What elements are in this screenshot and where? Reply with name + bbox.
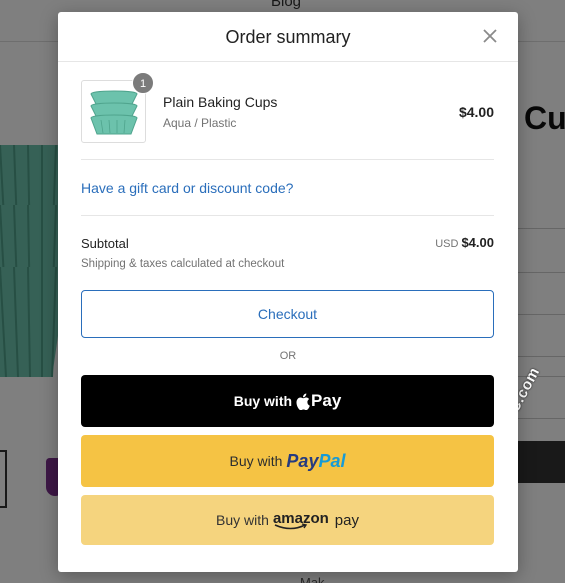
item-price: $4.00 <box>458 104 494 120</box>
amazon-smile-icon <box>274 522 308 529</box>
close-icon <box>483 29 497 43</box>
apple-pay-prefix: Buy with <box>233 393 293 409</box>
paypal-button[interactable]: Buy with PayPal <box>81 435 494 487</box>
apple-pay-button[interactable]: Buy with Pay <box>81 375 494 427</box>
checkout-button[interactable]: Checkout <box>81 290 494 338</box>
shipping-note: Shipping & taxes calculated at checkout <box>81 258 285 270</box>
baking-cups-image <box>90 90 138 135</box>
subtotal-label: Subtotal <box>81 236 129 251</box>
amazon-pay-suffix: pay <box>334 511 359 529</box>
modal-header: Order summary <box>58 12 518 62</box>
paypal-prefix: Buy with <box>229 453 283 469</box>
item-variant: Aqua / Plastic <box>163 116 237 130</box>
apple-icon <box>296 393 310 410</box>
amazon-pay-button[interactable]: Buy with amazon pay <box>81 495 494 545</box>
modal-title: Order summary <box>225 27 351 47</box>
subtotal-currency: USD <box>435 238 459 250</box>
subtotal-amount: $4.00 <box>461 235 494 250</box>
amazon-logo: amazon <box>273 510 329 531</box>
quantity-badge: 1 <box>132 72 154 94</box>
paypal-logo: PayPal <box>286 450 346 471</box>
apple-pay-brand: Pay <box>311 391 342 410</box>
or-separator: OR <box>279 350 297 362</box>
item-name: Plain Baking Cups <box>163 94 278 110</box>
order-summary-modal: Order summary 1 Plain Baking Cups Aqua /… <box>58 12 518 572</box>
amazon-pay-prefix: Buy with <box>216 512 269 528</box>
discount-code-link[interactable]: Have a gift card or discount code? <box>81 180 293 196</box>
discount-section: Have a gift card or discount code? <box>81 160 494 216</box>
close-button[interactable] <box>480 26 500 46</box>
line-item: 1 Plain Baking Cups Aqua / Plastic $4.00 <box>81 72 494 160</box>
subtotal-value: USD $4.00 <box>435 235 494 250</box>
